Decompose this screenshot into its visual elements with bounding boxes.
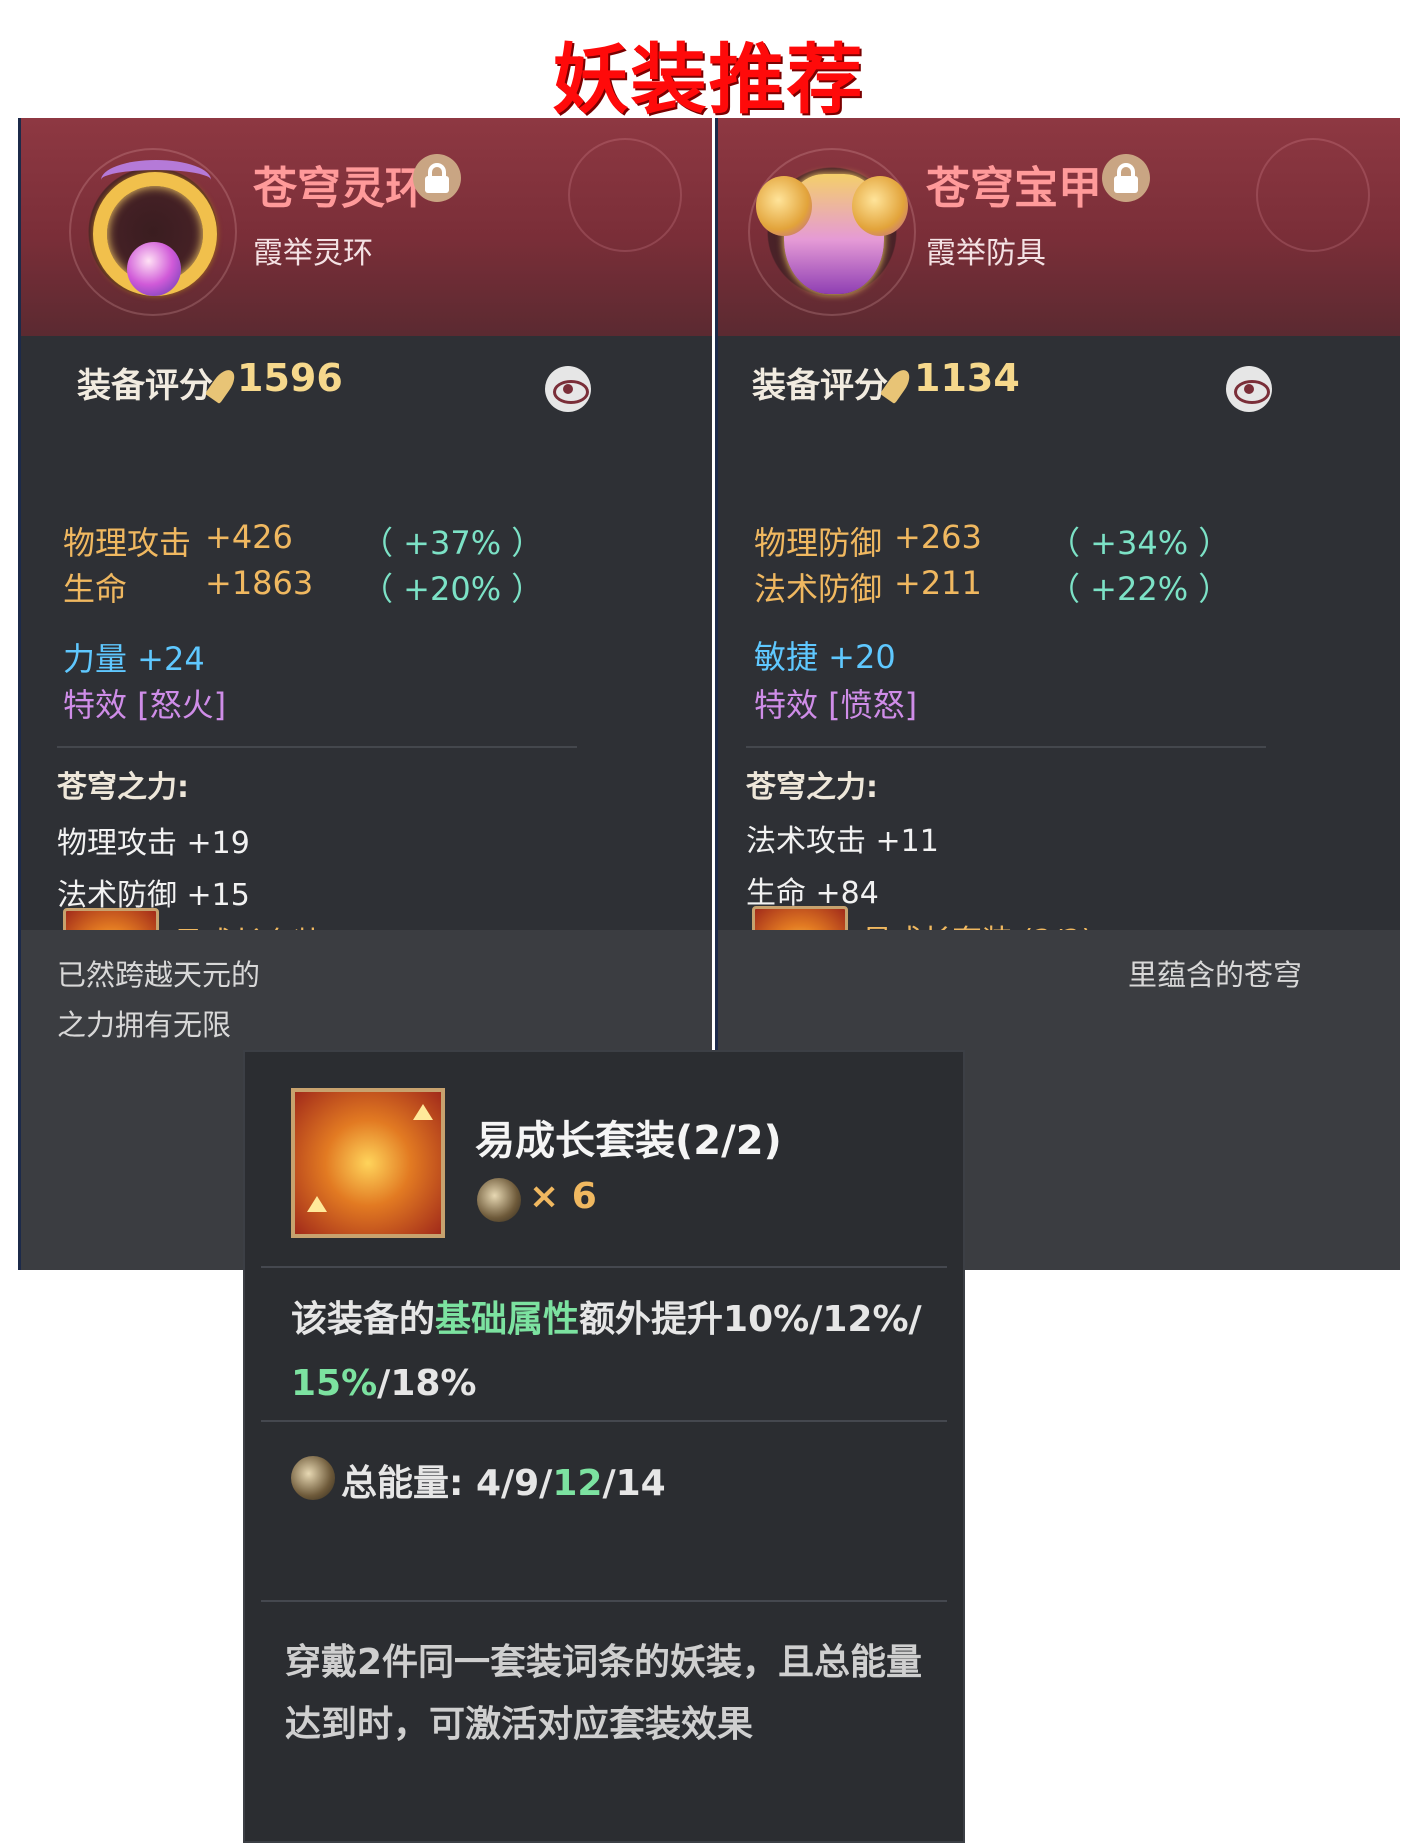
- lock-icon[interactable]: [1102, 154, 1150, 202]
- divider: [57, 746, 577, 748]
- footer-line: 已然跨越天元的: [57, 958, 261, 992]
- power-title: 苍穹之力:: [746, 770, 878, 805]
- attribute-line: 力量 +24: [63, 640, 205, 678]
- divider: [261, 1266, 947, 1268]
- item-type: 霞举防具: [926, 236, 1046, 271]
- energy-orb-icon: [291, 1456, 335, 1500]
- attribute-line: 敏捷 +20: [754, 638, 896, 676]
- score-value: 1134: [914, 356, 1020, 400]
- eye-icon[interactable]: [1226, 366, 1272, 412]
- stat-percent: （ +22% ）: [1048, 570, 1231, 608]
- stat-value: +426: [205, 518, 293, 556]
- ring-item-icon[interactable]: [69, 148, 237, 316]
- effect-line: 特效 [怒火]: [63, 686, 227, 724]
- score-label: 装备评分: [77, 366, 213, 406]
- up-arrow-icon: [413, 1104, 433, 1120]
- stat-percent: （ +34% ）: [1048, 524, 1231, 562]
- stat-name: 物理攻击: [63, 524, 192, 562]
- highlight-text: 12: [552, 1463, 603, 1504]
- stat-percent: （ +37% ）: [361, 524, 544, 562]
- power-line: 法术攻击 +11: [746, 824, 939, 859]
- score-label: 装备评分: [752, 366, 888, 406]
- page-title: 妖装推荐: [552, 35, 865, 124]
- footer-line: 里蕴含的苍穹: [1128, 958, 1303, 992]
- total-energy: 总能量: 4/9/12/14: [341, 1463, 666, 1504]
- divider: [261, 1600, 947, 1602]
- armor-item-icon[interactable]: [748, 148, 916, 316]
- tooltip-title: 易成长套装(2/2): [475, 1118, 782, 1164]
- card-header: 苍穹宝甲 霞举防具: [718, 118, 1400, 336]
- ring-gem: [127, 242, 181, 296]
- item-name: 苍穹灵环: [253, 163, 429, 214]
- stat-value: +263: [894, 518, 982, 556]
- energy-orb-icon: [477, 1178, 521, 1222]
- divider: [746, 746, 1266, 748]
- highlight-text: 基础属性: [435, 1299, 580, 1340]
- power-title: 苍穹之力:: [57, 770, 189, 805]
- footer-line: 之力拥有无限: [57, 1008, 232, 1042]
- item-name: 苍穹宝甲: [926, 163, 1102, 214]
- effect-line: 特效 [愤怒]: [754, 686, 918, 724]
- score-value: 1596: [237, 356, 343, 400]
- card-header: 苍穹灵环 霞举灵环: [21, 118, 712, 336]
- stat-name: 法术防御: [754, 570, 883, 608]
- eye-icon[interactable]: [545, 366, 591, 412]
- stat-name: 生命: [63, 570, 128, 608]
- stat-name: 物理防御: [754, 524, 883, 562]
- armor-shoulder: [756, 176, 812, 236]
- power-line: 物理攻击 +19: [57, 826, 250, 861]
- divider: [261, 1420, 947, 1422]
- set-bonus-tooltip: 易成长套装(2/2) × 6 该装备的基础属性额外提升10%/12%/15%/1…: [243, 1050, 965, 1843]
- activation-note: 穿戴2件同一套装词条的妖装，且总能量达到时，可激活对应套装效果: [285, 1642, 923, 1745]
- item-type: 霞举灵环: [253, 236, 373, 271]
- armor-shoulder: [852, 176, 908, 236]
- set-effect-description: 该装备的基础属性额外提升10%/12%/15%/18%: [291, 1299, 922, 1404]
- orb-count: × 6: [529, 1176, 597, 1217]
- stat-value: +1863: [205, 564, 314, 602]
- set-item-thumbnail-large: [291, 1088, 445, 1238]
- lock-icon[interactable]: [413, 154, 461, 202]
- ring-wing: [101, 160, 211, 200]
- highlight-text: 15%: [291, 1363, 378, 1404]
- up-arrow-icon: [307, 1196, 327, 1212]
- stat-percent: （ +20% ）: [361, 570, 544, 608]
- stat-value: +211: [894, 564, 982, 602]
